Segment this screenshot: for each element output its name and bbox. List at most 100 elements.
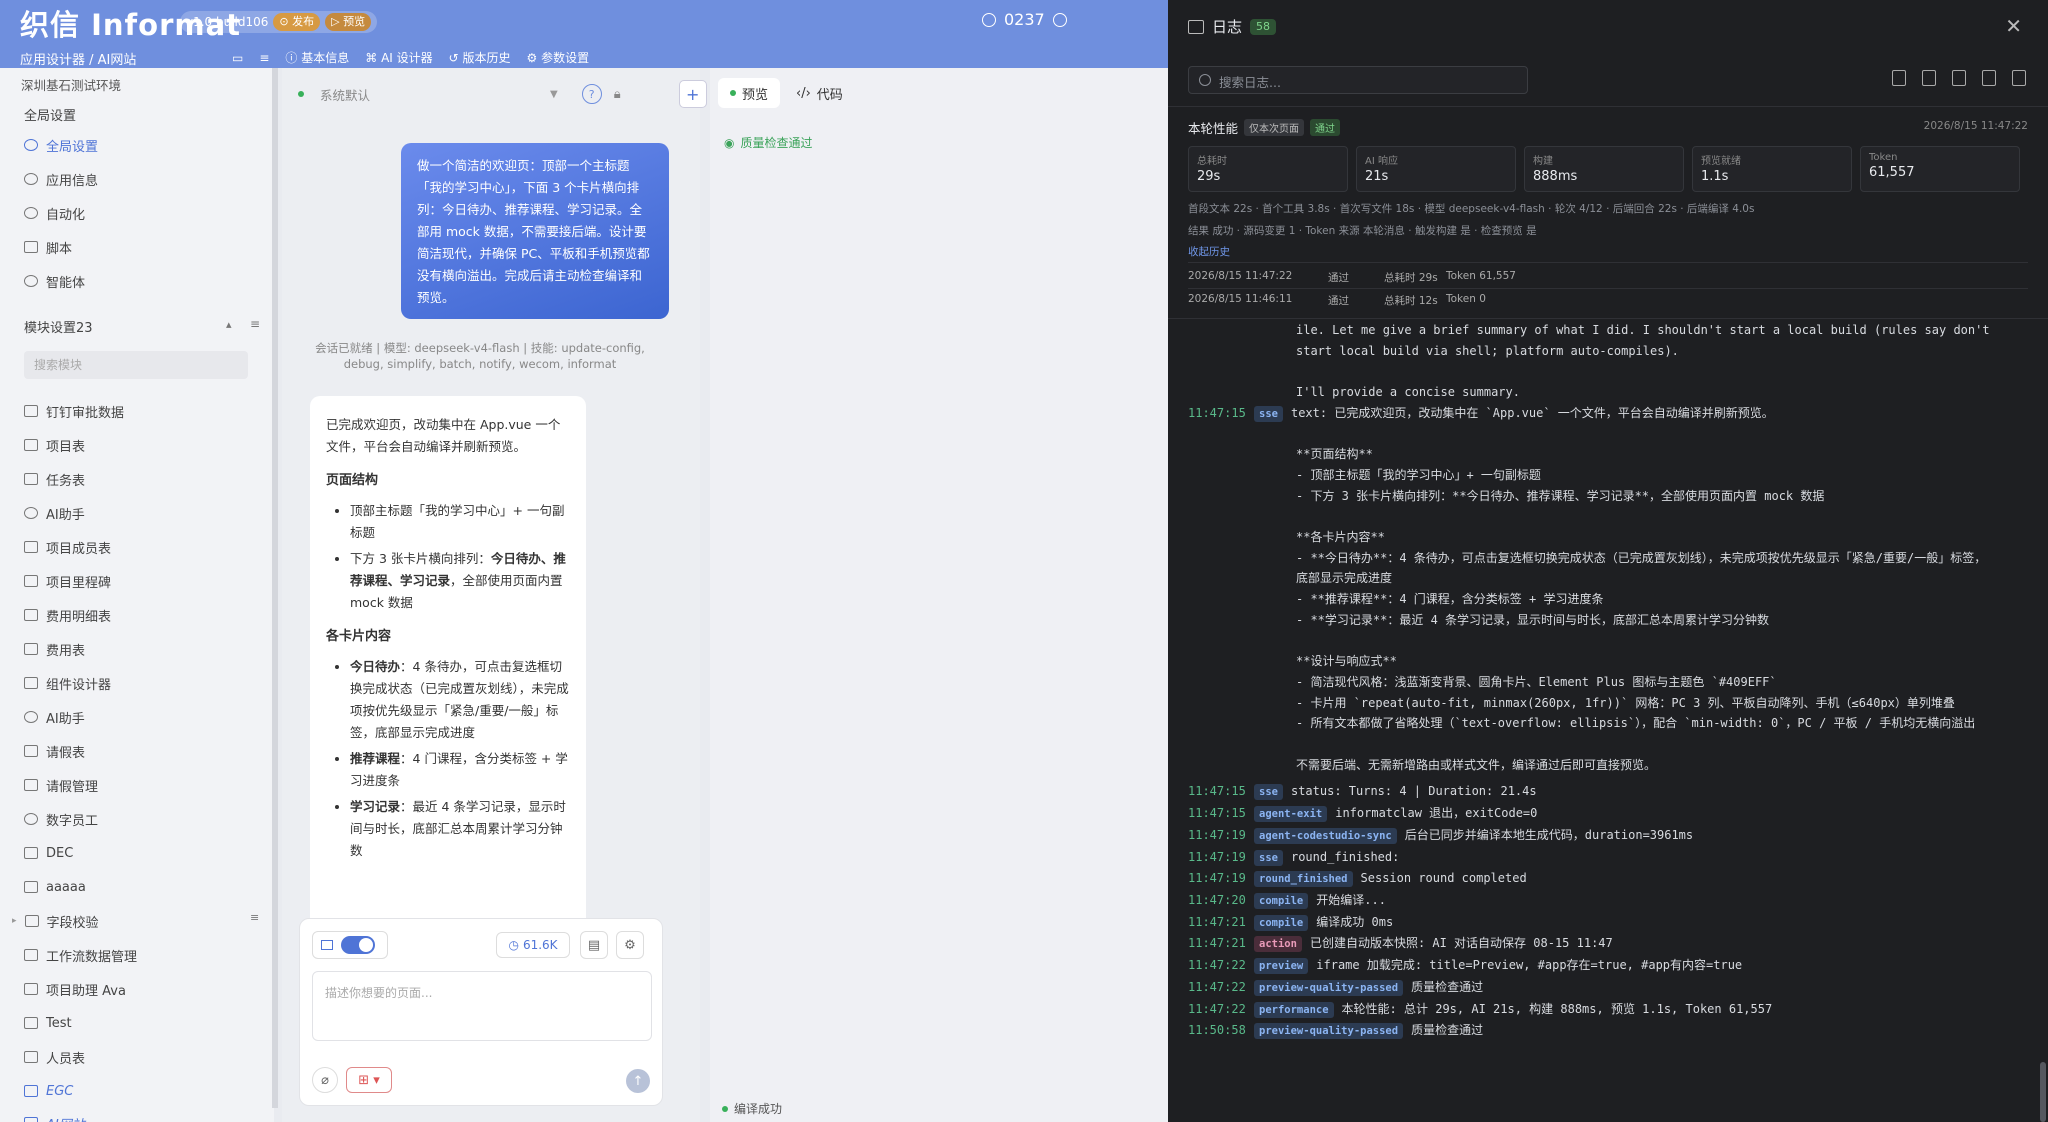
sidebar-item-label: 组件设计器 (46, 677, 112, 693)
sidebar-item-module[interactable]: DEC (24, 842, 73, 864)
tab-basic-info[interactable]: ⓘ 基本信息 (285, 49, 349, 66)
tab-preview[interactable]: 预览 (718, 78, 781, 108)
log-time: 11:47:15 (1188, 806, 1246, 821)
sidebar-item-module[interactable]: 组件设计器 (24, 672, 111, 694)
sidebar-item-module[interactable]: 费用表 (24, 638, 85, 660)
log-tag: agent-exit (1254, 803, 1328, 824)
close-icon[interactable]: ✕ (2005, 14, 2022, 38)
publish-label: 发布 (292, 15, 315, 28)
model-label: 系统默认 (320, 87, 371, 103)
table-icon (24, 745, 38, 757)
log-time: 11:47:15 (1188, 405, 1246, 420)
sidebar-item-script[interactable]: 脚本 (24, 236, 72, 258)
sidebar-item-module[interactable]: 请假表 (24, 740, 85, 762)
log-continuation (1188, 734, 2038, 755)
sidebar-item-module[interactable]: 项目成员表 (24, 536, 111, 558)
sidebar-item-module[interactable]: 数字员工 (24, 808, 98, 830)
sidebar-item-module[interactable]: 项目表 (24, 434, 85, 456)
sidebar-item-module[interactable]: AI助手 (24, 706, 85, 728)
sidebar-item-module[interactable]: 工作流数据管理 (24, 944, 137, 966)
token-value: 61.6K (522, 938, 558, 952)
tab-params[interactable]: ⚙ 参数设置 (527, 49, 590, 66)
lock-icon[interactable]: 🔒︎ (614, 87, 621, 102)
mode-toggle[interactable] (312, 931, 388, 959)
log-continuation: **设计与响应式** (1296, 654, 1397, 669)
terminal-icon (1188, 19, 1204, 34)
sidebar-item-module[interactable]: Test (24, 1012, 72, 1034)
sidebar-item-module[interactable]: aaaaa (24, 876, 86, 898)
list-item: 下方 3 张卡片横向排列：今日待办、推荐课程、学习记录，全部使用页面内置 moc… (350, 548, 570, 614)
info-icon[interactable] (1052, 12, 1067, 27)
sidebar-item-module[interactable]: 请假管理 (24, 774, 98, 796)
download-icon[interactable] (1952, 70, 1966, 86)
log-tag-label: preview-quality-passed (1254, 1023, 1404, 1040)
attach-icon[interactable]: ⌀ (312, 1067, 338, 1093)
list-bold: 推荐课程 (350, 751, 401, 766)
perf-meta: 结果 成功 · 源码变更 1 · Token 来源 本轮消息 · 触发构建 是 … (1188, 225, 1537, 237)
sidebar-item-global[interactable]: 全局设置 (24, 134, 98, 156)
tab-code[interactable]: ‹/› 代码 (784, 78, 855, 108)
sidebar-item-label: 工作流数据管理 (46, 949, 138, 965)
table-icon (24, 983, 38, 995)
sidebar-item-label: 字段校验 (46, 915, 99, 931)
sidebar-item-module[interactable]: AI助手 (24, 502, 85, 524)
template-selector[interactable]: ⊞ ▾ (346, 1067, 392, 1093)
help-icon[interactable]: ? (581, 84, 602, 104)
publish-button[interactable]: ⊙ 发布 (273, 13, 321, 31)
document-icon[interactable] (1892, 70, 1906, 86)
log-entry: 11:50:58 preview-quality-passed 质量检查通过 (1188, 1020, 2038, 1041)
file-icon[interactable]: ▤ (580, 931, 608, 959)
history-row[interactable]: 2026/8/15 11:46:11 通过 总耗时 12s Token 0 (1188, 293, 1486, 308)
log-scrollbar[interactable] (2040, 1062, 2046, 1122)
sidebar-item-app-info[interactable]: 应用信息 (24, 168, 98, 190)
sidebar-item-module[interactable]: ▸ 字段校验 (12, 910, 99, 932)
fullscreen-icon[interactable] (2012, 70, 2026, 86)
top-nav: ▭ ≡ ⓘ 基本信息 ⌘ AI 设计器 ↺ 版本历史 ⚙ 参数设置 (232, 49, 589, 66)
list-icon[interactable]: ≡ (259, 51, 269, 65)
sidebar-item-module[interactable]: EGC (24, 1080, 73, 1102)
copy-icon[interactable] (1922, 70, 1936, 86)
log-tag: compile (1254, 890, 1309, 911)
preview-button[interactable]: ▷ 预览 (325, 13, 372, 31)
history-row[interactable]: 2026/8/15 11:47:22 通过 总耗时 29s Token 61,5… (1188, 270, 1516, 285)
script-icon (24, 241, 38, 253)
sidebar-item-label: AI网站 (46, 1114, 85, 1122)
sidebar-item-agent[interactable]: 智能体 (24, 270, 85, 292)
collapse-icon[interactable]: ▴ (226, 318, 232, 331)
send-button[interactable]: ↑ (626, 1069, 650, 1093)
sidebar-scrollbar[interactable] (272, 68, 278, 1108)
log-tag: preview (1254, 955, 1309, 976)
sidebar-item-module[interactable]: 项目里程碑 (24, 570, 111, 592)
toggle-switch[interactable] (341, 936, 375, 954)
gear-icon[interactable]: ⚙ (616, 931, 644, 959)
log-search-input[interactable]: 搜索日志... (1188, 66, 1528, 94)
tab-ai-designer[interactable]: ⌘ AI 设计器 (365, 49, 432, 66)
sidebar-item-module[interactable]: 费用明细表 (24, 604, 111, 626)
version-badge: v1.0 build106 ⊙ 发布 ▷ 预览 (180, 11, 378, 33)
tab-version-history[interactable]: ↺ 版本历史 (449, 49, 511, 66)
token-usage[interactable]: ◷ 61.6K (496, 932, 570, 958)
sidebar-item-module[interactable]: 项目助理 Ava (24, 978, 126, 1000)
sidebar-item-label: 脚本 (46, 241, 73, 257)
sidebar-item-label: Test (46, 1015, 72, 1031)
log-time: 11:47:19 (1188, 827, 1246, 842)
sidebar-item-module[interactable]: AI网站 (24, 1112, 85, 1122)
note-icon[interactable]: ▭ (232, 51, 243, 65)
history-time: 2026/8/15 11:47:22 (1188, 270, 1293, 282)
collapse-history-link[interactable]: 收起历史 (1188, 244, 1230, 259)
log-tag-label: agent-exit (1254, 806, 1328, 823)
log-tag: agent-codestudio-sync (1254, 825, 1397, 846)
trash-icon[interactable] (1982, 70, 1996, 86)
sidebar-item-module[interactable]: 钉钉审批数据 (24, 400, 124, 422)
module-search-input[interactable]: 搜索模块 (24, 351, 248, 379)
filter-icon[interactable]: ≡ (250, 911, 259, 924)
log-text: round_finished: (1290, 849, 1400, 864)
prompt-input[interactable]: 描述你想要的页面... (312, 971, 652, 1041)
log-time: 11:47:22 (1188, 979, 1246, 994)
sidebar-item-automation[interactable]: 自动化 (24, 202, 85, 224)
sort-icon[interactable]: ≡ (250, 317, 260, 331)
sidebar-item-module[interactable]: 任务表 (24, 468, 85, 490)
reply-heading: 页面结构 (326, 473, 379, 488)
sidebar-item-module[interactable]: 人员表 (24, 1046, 85, 1068)
new-chat-button[interactable]: + (678, 80, 707, 108)
